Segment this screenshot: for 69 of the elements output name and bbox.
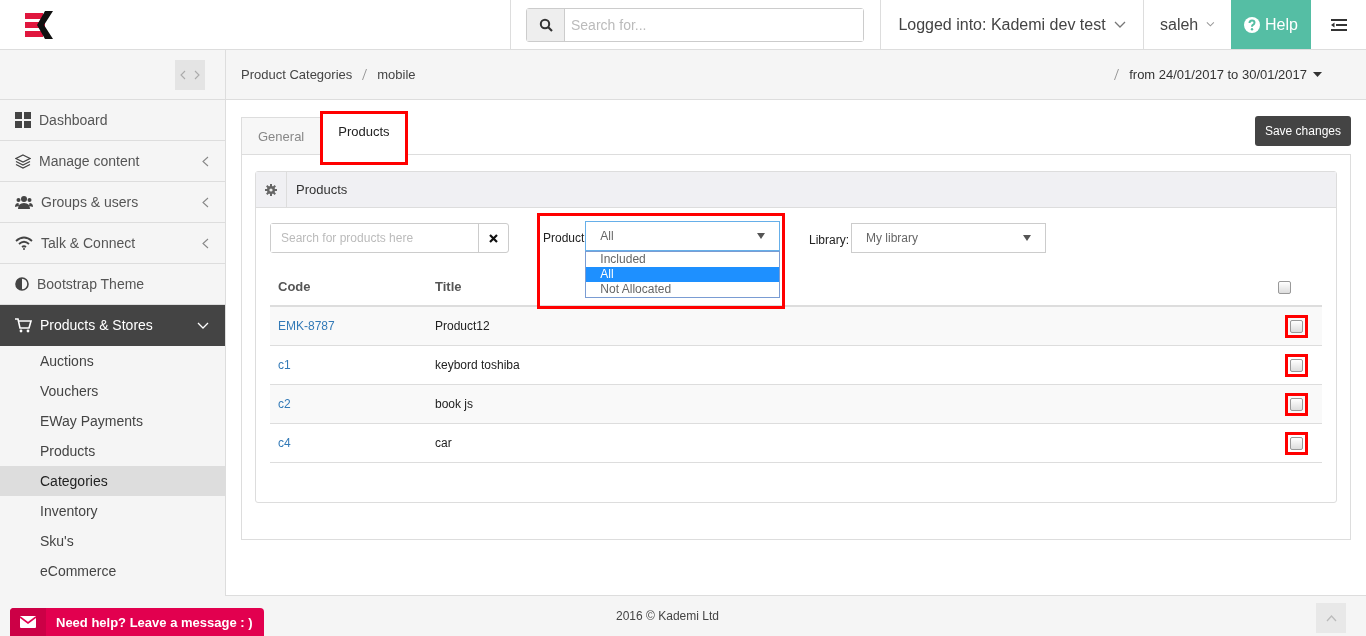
chevron-down-icon (1113, 20, 1126, 29)
row-checkbox[interactable] (1289, 436, 1303, 450)
copyright-text: 2016 © Kademi Ltd (616, 609, 719, 623)
product-search-field[interactable]: Search for products here (270, 223, 509, 253)
save-changes-button[interactable]: Save changes (1254, 116, 1351, 146)
product-title: car (435, 436, 452, 450)
breadcrumb-separator (1114, 69, 1120, 80)
settings-icon[interactable] (265, 183, 277, 196)
library-filter-select[interactable]: My library (851, 223, 1046, 253)
chevrons-icon (180, 69, 200, 80)
users-icon (15, 195, 33, 209)
chevron-up-icon (1325, 614, 1337, 622)
row-checkbox[interactable] (1289, 397, 1303, 411)
help-icon (1244, 16, 1261, 33)
sidebar-subitem[interactable]: EWay Payments (0, 406, 225, 436)
row-checkbox[interactable] (1289, 319, 1303, 333)
dropdown-option[interactable]: Included (586, 252, 780, 267)
envelope-icon (20, 616, 36, 628)
search-field[interactable]: Search for... (526, 7, 864, 42)
chevron-down-icon (1206, 21, 1215, 28)
product-filter-select[interactable]: All (585, 221, 781, 251)
layers-icon (15, 153, 31, 169)
menu-icon (1330, 18, 1347, 31)
sidebar-subitem[interactable]: Categories (0, 466, 225, 496)
breadcrumb-separator (362, 69, 368, 80)
row-checkbox[interactable] (1289, 358, 1303, 372)
caret-icon (1313, 72, 1322, 77)
sidebar-subitem[interactable]: Sku's (0, 526, 225, 556)
caret-icon (757, 233, 766, 239)
sidebar-subitem[interactable]: Products (0, 436, 225, 466)
sidebar-subitem[interactable]: Auctions (0, 346, 225, 376)
library-filter-label: Library: (809, 232, 849, 249)
product-code-link[interactable]: c2 (278, 397, 291, 411)
product-title: Product12 (435, 319, 490, 333)
sidebar-item-label: Talk & Connect (41, 235, 137, 251)
search-icon (538, 17, 553, 32)
sidebar-item-label: Dashboard (39, 112, 109, 128)
breadcrumb-link[interactable]: mobile (377, 67, 416, 82)
breadcrumb-link[interactable]: Product Categories (241, 67, 353, 82)
sidebar-toggle-button[interactable] (175, 59, 205, 90)
tab[interactable]: Products (321, 112, 407, 164)
select-all-checkbox[interactable] (1278, 280, 1291, 294)
close-icon (489, 233, 498, 243)
help-message-button[interactable]: Need help? Leave a message : ) (10, 608, 264, 636)
contrast-icon (15, 277, 29, 291)
sidebar-item-label: Bootstrap Theme (37, 276, 146, 292)
sidebar-item-label: Products & Stores (40, 317, 154, 333)
date-range-dropdown[interactable]: from 24/01/2017 to 30/01/2017 (1129, 67, 1322, 82)
dropdown-option[interactable]: Not Allocated (586, 282, 780, 297)
sidebar-subitem[interactable]: Inventory (0, 496, 225, 526)
grid-icon (15, 112, 31, 128)
sidebar-item-label: Groups & users (41, 194, 140, 210)
sidebar-item[interactable]: Groups & users (0, 182, 225, 223)
sidebar-item-label: Manage content (39, 153, 141, 169)
account-dropdown[interactable]: Logged into: Kademi dev test (880, 0, 1143, 49)
sidebar-subitem[interactable]: Vouchers (0, 376, 225, 406)
product-code-link[interactable]: c1 (278, 358, 291, 372)
cart-icon (15, 317, 32, 333)
product-title: keybord toshiba (435, 358, 520, 372)
panel-title: Products (295, 182, 348, 197)
product-code-link[interactable]: EMK-8787 (278, 319, 335, 333)
sidebar-subitem[interactable]: eCommerce (0, 556, 225, 586)
sidebar-item[interactable]: Dashboard (0, 100, 225, 141)
wifi-icon (15, 236, 33, 250)
product-code-link[interactable]: c4 (278, 436, 291, 450)
product-title: book js (435, 397, 474, 411)
caret-icon (1023, 235, 1031, 241)
product-filter-label: Product (543, 230, 585, 247)
sidebar-item[interactable]: Products & Stores (0, 305, 225, 346)
